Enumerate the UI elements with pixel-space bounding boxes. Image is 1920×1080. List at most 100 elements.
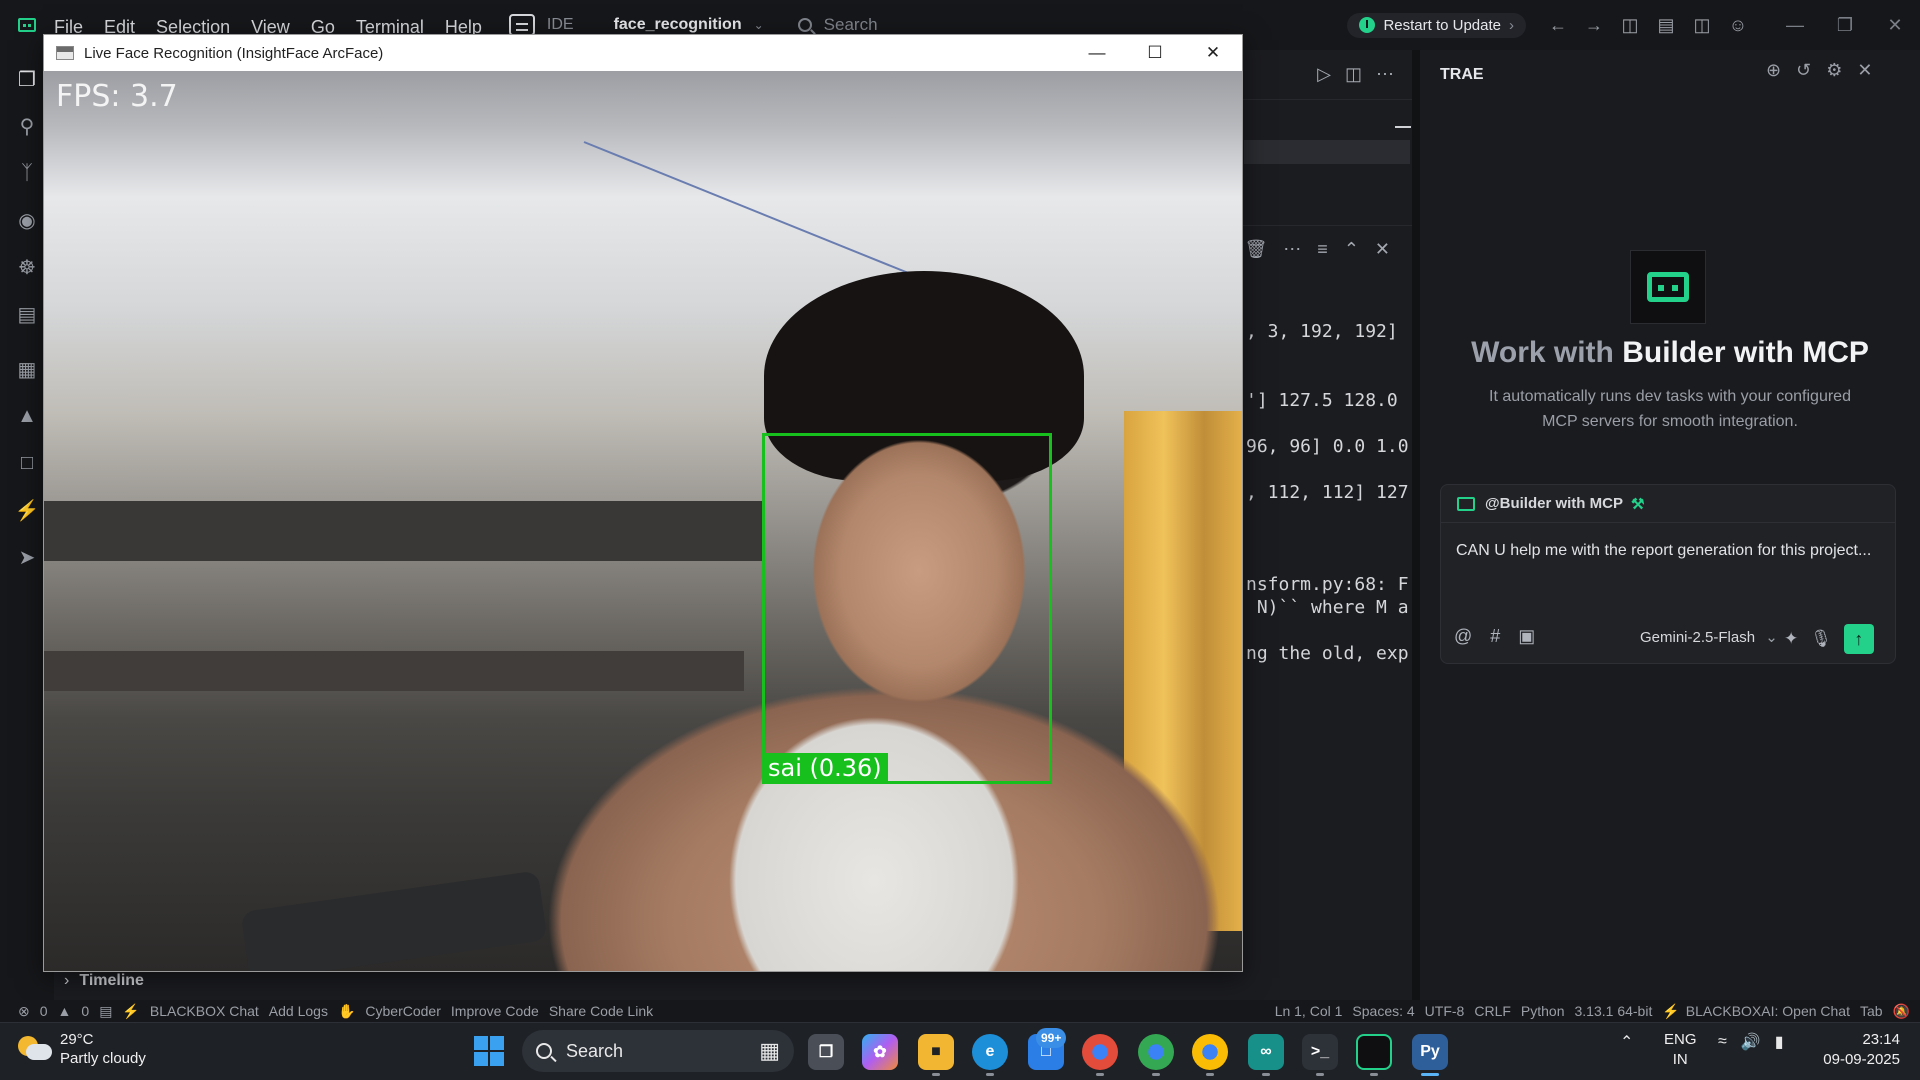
trae-app-icon[interactable] <box>1356 1034 1392 1070</box>
image-icon[interactable]: ▣ <box>1518 626 1535 647</box>
chrome-icon[interactable] <box>1082 1034 1118 1070</box>
terminal-icon[interactable]: >_ <box>1302 1034 1338 1070</box>
send-button[interactable]: ↑ <box>1843 624 1874 654</box>
warning-count[interactable]: 0 <box>81 1003 89 1019</box>
search-icon <box>797 18 812 32</box>
running-indicator <box>932 1073 940 1076</box>
share-code-link[interactable]: Share Code Link <box>549 1003 653 1019</box>
settings-gear-icon[interactable]: ⚙ <box>1826 60 1842 81</box>
chrome-profile-icon[interactable] <box>1138 1034 1174 1070</box>
panel-settings-icon[interactable]: ≡ <box>1317 239 1328 260</box>
window-minimize-icon[interactable]: — <box>1068 35 1126 71</box>
errors-icon[interactable]: ⊗ <box>18 1003 30 1020</box>
chevron-down-icon[interactable]: ⌄ <box>754 18 764 32</box>
more-actions-icon[interactable]: ⋯ <box>1376 64 1394 85</box>
forward-arrow-icon[interactable]: → <box>1576 5 1612 45</box>
task-view-icon[interactable]: ❐ <box>808 1034 844 1070</box>
panel-toolbar: 🗑 ⋯ ≡ ⌃ ✕ <box>1242 225 1412 273</box>
agent-name: @Builder with MCP <box>1485 495 1623 512</box>
history-icon[interactable]: ↺ <box>1796 60 1811 81</box>
search-placeholder: Search <box>823 15 878 34</box>
agent-selector[interactable]: @Builder with MCP ⚒ <box>1441 485 1895 523</box>
send-controls: ✦ 🎙 ↑ <box>1784 624 1874 654</box>
builder-mini-icon <box>1457 496 1475 511</box>
chevron-down-icon: ⌄ <box>1765 629 1778 646</box>
taskbar-search[interactable]: Search ▦ <box>522 1030 794 1072</box>
cybercoder-link[interactable]: CyberCoder <box>365 1003 440 1019</box>
chat-input[interactable]: CAN U help me with the report generation… <box>1456 538 1876 563</box>
toggle-secondary-sidebar-icon[interactable]: ◫ <box>1684 5 1720 45</box>
running-indicator <box>1096 1073 1104 1076</box>
cursor-position[interactable]: Ln 1, Col 1 <box>1275 1003 1343 1020</box>
close-icon[interactable]: ✕ <box>1870 0 1920 50</box>
project-name[interactable]: face_recognition <box>614 16 742 34</box>
chrome-profile-icon[interactable] <box>1192 1034 1228 1070</box>
face-bounding-box <box>762 433 1052 784</box>
hero-heading: Work with Builder with MCP <box>1420 336 1920 370</box>
current-line-highlight <box>1244 140 1410 164</box>
ide-toggle[interactable]: IDE <box>508 14 574 36</box>
line-ending[interactable]: CRLF <box>1474 1003 1511 1020</box>
show-hidden-icons[interactable]: ⌃ <box>1620 1032 1633 1052</box>
sparkle-icon[interactable]: ✦ <box>1784 629 1798 649</box>
file-encoding[interactable]: UTF-8 <box>1425 1003 1465 1020</box>
arduino-icon[interactable]: ∞ <box>1248 1034 1284 1070</box>
wifi-icon: ≈ <box>1718 1033 1727 1050</box>
new-chat-icon[interactable]: ⊕ <box>1766 60 1781 81</box>
run-icon[interactable]: ▷ <box>1317 64 1331 85</box>
split-editor-icon[interactable]: ◫ <box>1345 64 1362 85</box>
search-icon <box>536 1043 552 1059</box>
terminal-line: '] 127.5 128.0 <box>1246 390 1398 411</box>
restart-to-update-button[interactable]: Restart to Update › <box>1347 12 1526 38</box>
maximize-panel-icon[interactable]: ⌃ <box>1344 239 1359 260</box>
language-mode[interactable]: Python <box>1521 1003 1565 1020</box>
copilot-icon[interactable]: ✿ <box>862 1034 898 1070</box>
panel-more-icon[interactable]: ⋯ <box>1283 239 1301 260</box>
microphone-icon[interactable]: 🎙 <box>1810 629 1832 649</box>
toggle-sidebar-icon[interactable]: ◫ <box>1612 5 1648 45</box>
mention-icon[interactable]: @ <box>1454 626 1472 647</box>
command-search[interactable]: Search <box>797 15 1318 35</box>
model-name: Gemini-2.5-Flash <box>1640 629 1756 646</box>
trash-icon[interactable]: 🗑 <box>1244 239 1267 260</box>
file-explorer-icon[interactable]: ■ <box>918 1034 954 1070</box>
panel-divider[interactable] <box>1412 50 1420 1000</box>
error-count[interactable]: 0 <box>40 1003 48 1019</box>
improve-code-link[interactable]: Improve Code <box>451 1003 539 1019</box>
hand-icon: ✋ <box>337 1002 356 1019</box>
editor-toolbar: ▷ ◫ ⋯ <box>1242 50 1412 100</box>
window-maximize-icon[interactable]: ☐ <box>1126 35 1184 71</box>
notifications-bell-icon[interactable]: 🔕 <box>1893 1003 1910 1020</box>
ports-icon[interactable]: ▤ <box>99 1003 112 1020</box>
indent-spaces[interactable]: Spaces: 4 <box>1352 1003 1414 1020</box>
python-interpreter[interactable]: 3.13.1 64-bit <box>1575 1003 1653 1020</box>
back-arrow-icon[interactable]: ← <box>1540 5 1576 45</box>
chevron-right-icon: › <box>64 971 70 989</box>
blackbox-open-chat[interactable]: BLACKBOXAI: Open Chat <box>1686 1003 1850 1020</box>
restore-icon[interactable]: ❐ <box>1820 0 1870 50</box>
close-chat-icon[interactable]: ✕ <box>1857 60 1872 81</box>
window-title-bar[interactable]: Live Face Recognition (InsightFace ArcFa… <box>44 35 1242 71</box>
blackbox-chat-link[interactable]: BLACKBOX Chat <box>150 1003 259 1019</box>
system-tray[interactable]: ≈ 🔊 ▮ <box>1718 1032 1784 1052</box>
minimap-marker <box>1395 126 1411 128</box>
close-panel-icon[interactable]: ✕ <box>1375 239 1390 260</box>
python-app-icon[interactable]: Py <box>1412 1034 1448 1070</box>
window-close-icon[interactable]: ✕ <box>1184 35 1242 71</box>
terminal-line: 96, 96] 0.0 1.0 <box>1246 436 1409 457</box>
edge-browser-icon[interactable]: e <box>972 1034 1008 1070</box>
start-windows-icon[interactable] <box>474 1036 504 1066</box>
add-logs-link[interactable]: Add Logs <box>269 1003 328 1019</box>
tab-indicator[interactable]: Tab <box>1860 1003 1883 1020</box>
input-language[interactable]: ENG IN <box>1664 1030 1697 1070</box>
minimize-icon[interactable]: — <box>1770 0 1820 50</box>
weather-widget[interactable]: 29°C Partly cloudy <box>18 1030 146 1068</box>
running-indicator <box>1262 1073 1270 1076</box>
chat-panel-title: TRAE <box>1440 66 1484 83</box>
hash-icon[interactable]: # <box>1490 626 1500 647</box>
account-icon[interactable]: ☺ <box>1720 5 1756 45</box>
clock[interactable]: 23:14 09-09-2025 <box>1812 1030 1900 1070</box>
tools-icon: ⚒ <box>1630 495 1645 513</box>
model-selector[interactable]: Gemini-2.5-Flash ⌄ <box>1640 628 1778 646</box>
toggle-panel-icon[interactable]: ▤ <box>1648 5 1684 45</box>
